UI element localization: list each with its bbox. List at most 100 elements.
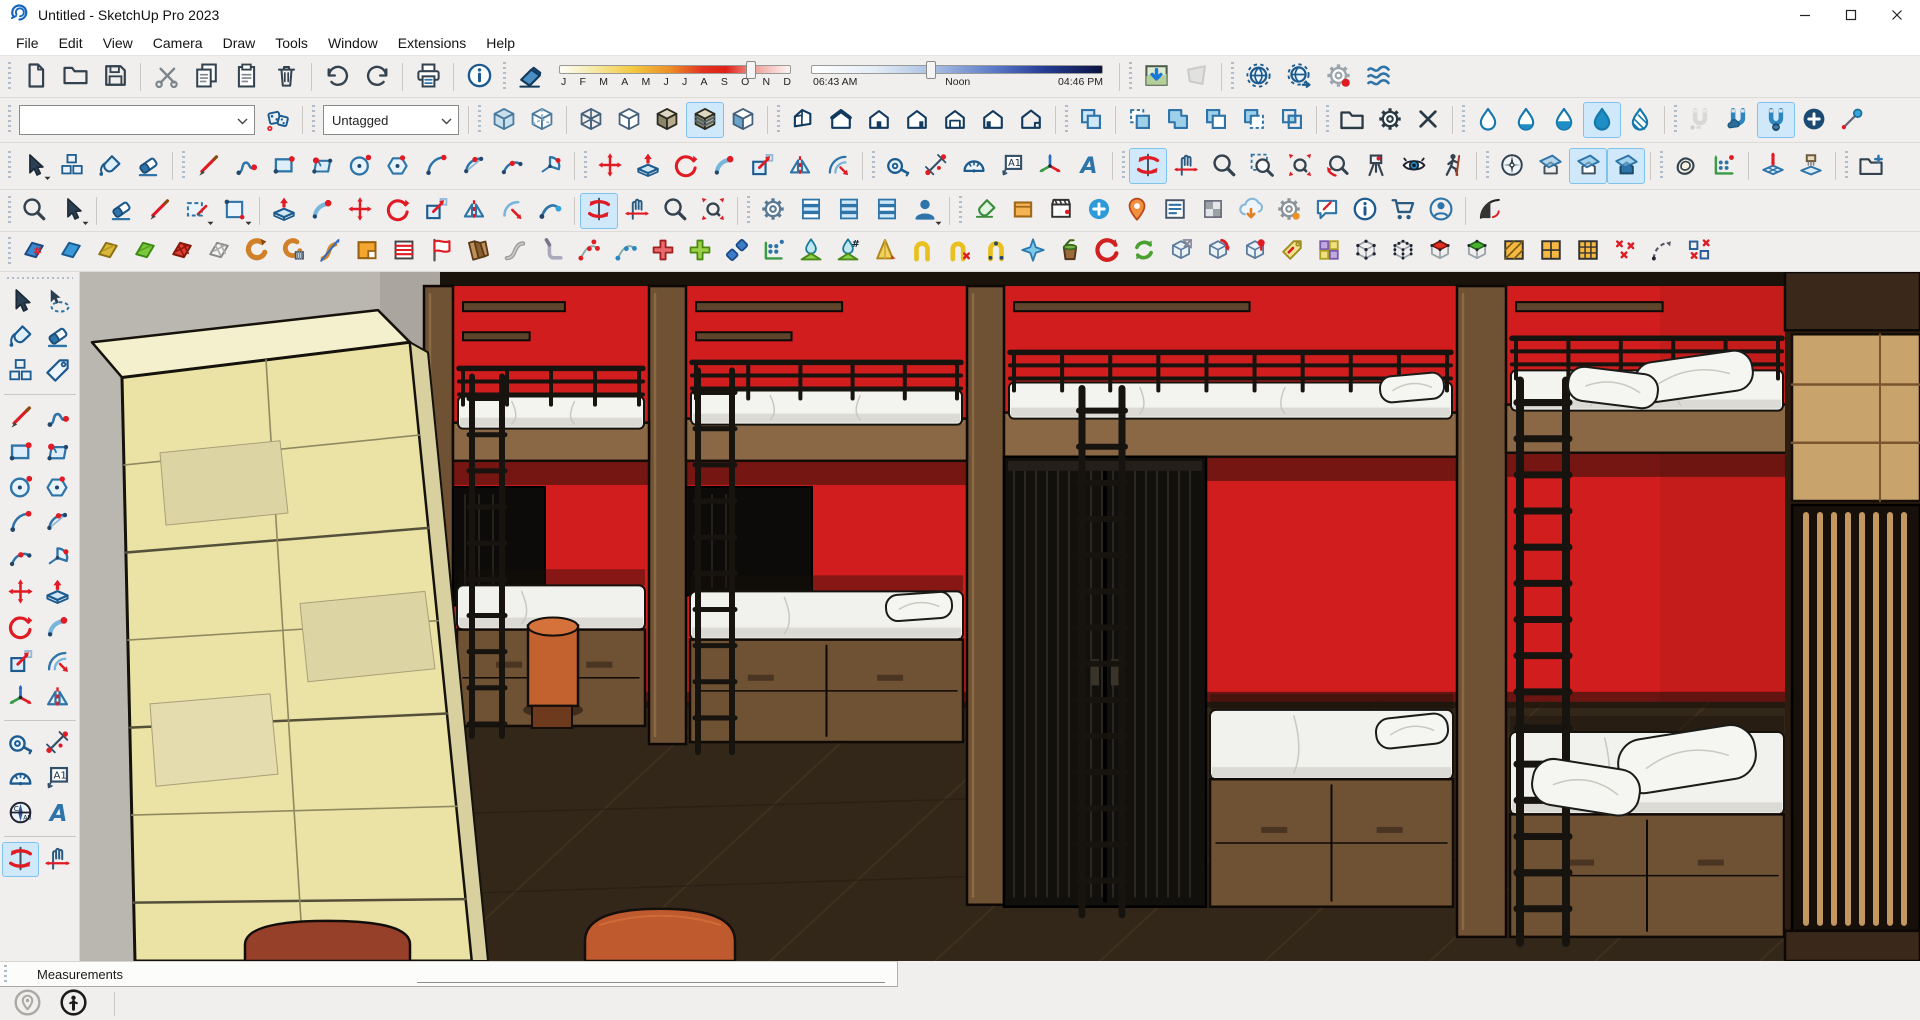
plugin-bucket-button[interactable] [1051,235,1088,269]
photo-textures-button[interactable] [1176,58,1216,96]
solid-split-button[interactable] [1273,102,1311,138]
tags-dropdown[interactable]: Untagged [323,105,459,135]
view-left-button[interactable] [974,102,1012,138]
palette-drag-handle[interactable] [7,276,73,280]
three-point-arc-tool-button[interactable] [493,148,531,184]
plugin-box-paint-button[interactable] [1236,235,1273,269]
measurements-input[interactable] [417,966,885,983]
outer-shell-button[interactable] [1072,102,1110,138]
opacity-50-button[interactable] [1545,102,1583,138]
cloud-download-button[interactable] [1232,193,1270,229]
quick-pan-button[interactable] [618,193,656,229]
toolbar-drag-handle[interactable] [1064,105,1069,135]
position-camera-tool-button[interactable] [1357,148,1395,184]
quick-offset-button[interactable] [493,193,531,229]
paint-bucket-palette-button[interactable] [2,319,39,354]
quick-zoom-extents-button[interactable] [694,193,732,229]
view-back-button[interactable] [936,102,974,138]
plugin-points-red-button[interactable] [570,235,607,269]
plugin-face-blue-button[interactable] [52,235,89,269]
toolbar-drag-handle[interactable] [1844,151,1849,181]
lasso-select-tool-palette-button[interactable] [39,284,76,319]
manage-gears-button[interactable] [754,193,792,229]
freehand-tool-button[interactable] [227,148,265,184]
component-box-button[interactable] [1004,193,1042,229]
opacity-0-button[interactable] [1469,102,1507,138]
quick-scale-button[interactable] [417,193,455,229]
plugin-hatch-square-button[interactable] [1495,235,1532,269]
dimension-tool-button[interactable] [917,148,955,184]
extension-store-button[interactable] [1384,193,1422,229]
menu-item-camera[interactable]: Camera [143,32,213,54]
plugin-loop-points-button[interactable] [977,235,1014,269]
model-info-button[interactable] [459,58,499,96]
plugin-face-gold-button[interactable] [89,235,126,269]
view-right-button[interactable] [898,102,936,138]
orbit-tool-palette-button[interactable] [2,842,39,877]
minimize-button[interactable] [1782,0,1828,30]
geo-pin-button[interactable] [1118,193,1156,229]
plugin-pipe-button[interactable] [496,235,533,269]
menu-item-file[interactable]: File [6,32,49,54]
toolbar-drag-handle[interactable] [1121,151,1126,181]
mirror-tool-button[interactable] [781,148,819,184]
toggle-shadows-button[interactable] [510,58,550,96]
settings-gear-button[interactable] [1371,102,1409,138]
view-front-button[interactable] [860,102,898,138]
draw-shape-button[interactable] [216,193,254,229]
toolbar-drag-handle[interactable] [1673,105,1678,135]
axes-tool-palette-button[interactable] [2,680,39,715]
sandbox-from-contours-button[interactable] [1667,148,1705,184]
plugin-tile-red-button[interactable] [163,235,200,269]
plugin-drip-hash-button[interactable]: # [829,235,866,269]
plugin-box-x-button[interactable] [1680,235,1717,269]
toolbar-drag-handle[interactable] [7,105,12,135]
polygon-tool-button[interactable] [379,148,417,184]
add-item-button[interactable] [1080,193,1118,229]
plugin-arc-arrow-button[interactable] [1643,235,1680,269]
plugin-undo-red-button[interactable] [1088,235,1125,269]
plugin-grid-2-button[interactable] [1532,235,1569,269]
plugin-weld-red-button[interactable] [644,235,681,269]
scale-tool-button[interactable] [743,148,781,184]
toolbar-drag-handle[interactable] [7,151,12,181]
tape-measure-tool-palette-button[interactable] [2,726,39,761]
3d-text-tool-button[interactable]: A [1069,148,1107,184]
snap-cloud-button[interactable] [1719,102,1757,138]
style-hidden-line-button[interactable] [610,102,648,138]
extension-tool-2-button[interactable] [1278,58,1318,96]
dimension-tool-palette-button[interactable] [39,726,76,761]
dice-tool-button[interactable] [259,102,297,138]
toolbar-drag-handle[interactable] [7,237,12,267]
plugin-split-x-button[interactable] [718,235,755,269]
toolbar-drag-handle[interactable] [1485,151,1490,181]
solid-trim-button[interactable] [1235,102,1273,138]
three-point-arc-tool-palette-button[interactable] [2,540,39,575]
style-monochrome-button[interactable] [724,102,762,138]
move-tool-button[interactable] [591,148,629,184]
line-tool-button[interactable] [189,148,227,184]
push-pull-tool-palette-button[interactable] [39,575,76,610]
scenes-combobox[interactable] [19,105,255,135]
arc-tool-palette-button[interactable] [2,505,39,540]
shadow-date-slider[interactable]: JFMAMJJASOND [559,65,793,88]
toolbar-drag-handle[interactable] [7,196,12,226]
time-slider-thumb[interactable] [926,61,936,79]
redo-button[interactable] [357,58,397,96]
polygon-tool-palette-button[interactable] [39,470,76,505]
plugin-bend-button[interactable] [237,235,274,269]
add-location-button[interactable] [1136,58,1176,96]
style-back-edges-button[interactable] [523,102,561,138]
push-pull-tool-button[interactable] [629,148,667,184]
plugin-grid-3-button[interactable] [1569,235,1606,269]
plugin-face-green-button[interactable] [126,235,163,269]
close-button[interactable] [1874,0,1920,30]
save-model-button[interactable] [95,58,135,96]
plugin-drip-button[interactable] [792,235,829,269]
plugin-box-arrow-button[interactable] [1162,235,1199,269]
open-model-button[interactable] [55,58,95,96]
settings-orange-button[interactable] [1270,193,1308,229]
account-avatar-button[interactable] [1422,193,1460,229]
menu-item-window[interactable]: Window [318,32,388,54]
plugin-flow-button[interactable] [311,235,348,269]
